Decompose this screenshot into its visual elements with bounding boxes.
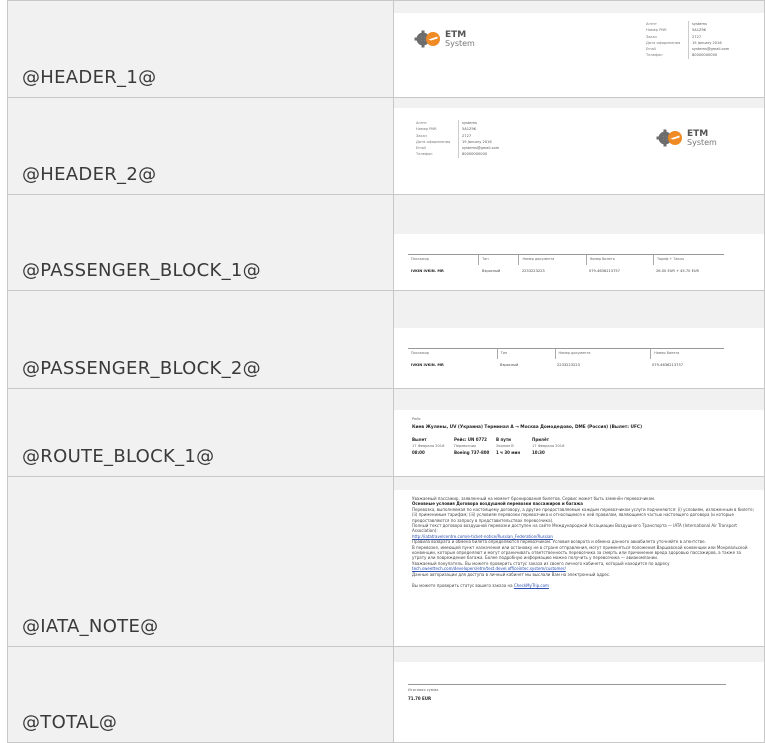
logo-line2: System [445,38,475,48]
route-col-line: 08:00 [412,450,425,455]
iata-paragraph: Полный текст договора воздушной перевозк… [412,523,737,534]
route-preview: Рейс Киев Жуляны, UV (Украина) Терминал … [394,410,764,476]
iata-paragraph: В перевозке, имеющей пункт назначения ил… [412,544,748,561]
total-value: 71.70 EUR [408,696,432,701]
placeholder-cell: @HEADER_1@ [7,0,394,98]
iata-link[interactable]: tech.sweettech.com/developers/etm/test.d… [412,566,566,571]
iata-paragraph: Перевозка, выполняемая по настоящему дог… [412,506,754,523]
preview-cell: Пассажир Тип Номер документа Номер билет… [393,290,765,389]
preview-cell: ETM System Агент systems Номер PNR 5A1Z9K … [393,0,765,98]
iata-heading: Основные условия Договора воздушной пере… [412,501,583,507]
placeholder-cell: @IATA_NOTE@ [7,476,394,647]
route-col-head: Прилёт [532,437,549,442]
gear-plane-icon [656,129,682,147]
placeholder-cell: @ROUTE_BLOCK_1@ [7,388,394,477]
passenger-cell: 26.00 EUR + 45.70 EUR [656,269,699,273]
template-row: @PASSENGER_BLOCK_2@ Пассажир Тип Номер д… [7,290,765,389]
route-col-head: Вылет [412,437,427,442]
passenger-header: Номер документа [518,255,585,265]
iata-paragraph: Уважаемый покупатель. Вы можете проверит… [412,560,670,566]
template-sheet: @HEADER_1@ ETM System Агент systems Номе… [7,0,765,743]
template-row: @TOTAL@ Итоговая сумма 71.70 EUR [7,646,765,743]
template-row: @IATA_NOTE@ Уважаемый пассажир, заявленн… [7,476,765,647]
placeholder-cell: @TOTAL@ [7,646,394,743]
passenger-header: Номер документа [554,349,651,359]
passenger-header: Тариф + Таксы [652,255,724,265]
header-preview: Агент systems Номер PNR 5A1Z9K Заказ 2727 Д… [394,108,764,194]
passenger-header: Номер билета [585,255,653,265]
iata-paragraph: Данные авторизации для доступа в личный … [412,571,611,577]
iata-link[interactable]: CheckMyTrip.com [514,583,549,588]
passenger-header: Пассажир [411,257,429,261]
template-row: @HEADER_1@ ETM System Агент systems Номе… [7,0,765,98]
placeholder-label: @PASSENGER_BLOCK_1@ [22,260,261,281]
passenger-cell: 2233223223 [521,269,545,273]
preview-cell: Пассажир Тип Номер документа Номер билет… [393,194,765,291]
passenger-preview: Пассажир Тип Номер документа Номер билет… [394,234,764,290]
agency-value: 80000000000 [458,151,487,158]
passenger-header: Тип [496,349,555,359]
template-table: @HEADER_1@ ETM System Агент systems Номе… [7,0,765,743]
route-details: Вылет 17 Февраля 2016 08:00 Рейс: UN 0772 П… [412,436,574,456]
passenger-table: Пассажир Тип Номер документа Номер билет… [408,348,724,367]
preview-cell: Рейс Киев Жуляны, UV (Украина) Терминал … [393,388,765,477]
route-col-line: 10:30 [532,450,545,455]
agency-key: Телефон [416,152,433,157]
total-block: Итоговая сумма 71.70 EUR [408,684,726,702]
passenger-cell: 079-4636213757 [652,363,684,367]
placeholder-label: @HEADER_1@ [22,67,157,88]
passenger-cell: 079-4636213757 [588,269,620,273]
placeholder-label: @IATA_NOTE@ [22,616,159,637]
agency-key: Телефон [646,53,663,58]
route-title: Киев Жуляны, UV (Украина) Терминал A → М… [412,425,643,430]
logo-line2: System [687,137,717,147]
passenger-preview: Пассажир Тип Номер документа Номер билет… [394,328,764,388]
passenger-cell: IVKIN IVKIN. MR [411,363,444,367]
agency-info: Агент systems Номер PNR 5A1Z9K Заказ 2727 Д… [416,120,499,158]
placeholder-label: @ROUTE_BLOCK_1@ [22,446,215,467]
template-row: @ROUTE_BLOCK_1@ Рейс Киев Жуляны, UV (Ук… [7,388,765,477]
gear-plane-icon [414,30,440,48]
passenger-header: Тип [478,255,518,265]
preview-cell: Агент systems Номер PNR 5A1Z9K Заказ 2727 Д… [393,97,765,195]
placeholder-cell: @PASSENGER_BLOCK_2@ [7,290,394,389]
passenger-header: Номер билета [650,349,724,359]
route-col-line: Boeing 737-800 [454,450,490,455]
agency-value: 80000000000 [688,52,717,59]
agency-info: Агент systems Номер PNR 5A1Z9K Заказ 2727 Д… [646,21,729,59]
passenger-table: Пассажир Тип Номер документа Номер билет… [408,254,724,273]
etm-logo: ETM System [656,128,717,148]
placeholder-cell: @HEADER_2@ [7,97,394,195]
etm-logo: ETM System [414,29,475,49]
preview-cell: Уважаемый пассажир, заявленный на момент… [393,476,765,647]
template-row: @HEADER_2@ Агент systems Номер PNR 5A1Z9K … [7,97,765,195]
preview-cell: Итоговая сумма 71.70 EUR [393,646,765,743]
passenger-cell: Взрослый [500,363,519,367]
placeholder-cell: @PASSENGER_BLOCK_1@ [7,194,394,291]
placeholder-label: @HEADER_2@ [22,164,157,185]
iata-paragraph: Вы можете проверить статус вашего заказа… [412,583,513,589]
placeholder-label: @PASSENGER_BLOCK_2@ [22,358,261,379]
header-preview: ETM System Агент systems Номер PNR 5A1Z9K … [394,13,764,97]
route-col-head: Рейс: UN 0772 [454,437,487,442]
iata-paragraph: Правила возврата и обмена билета определ… [412,539,706,545]
iata-preview: Уважаемый пассажир, заявленный на момент… [394,490,764,646]
route-col-head: В пути [496,437,511,442]
iata-link[interactable]: http://iatatravelcentre.com/e-ticket-not… [412,534,553,539]
route-label: Рейс [412,417,421,421]
passenger-header: Пассажир [411,351,429,355]
total-preview: Итоговая сумма 71.70 EUR [394,662,764,742]
passenger-cell: 2233223223 [557,363,580,367]
total-label: Итоговая сумма [408,688,439,692]
template-row: @PASSENGER_BLOCK_1@ Пассажир Тип Номер д… [7,194,765,291]
passenger-cell: IVKIN IVKIN. MR [411,269,444,273]
passenger-cell: Взрослый [481,269,501,273]
route-col-line: 1 ч 30 мин [496,450,521,455]
placeholder-label: @TOTAL@ [22,712,118,733]
